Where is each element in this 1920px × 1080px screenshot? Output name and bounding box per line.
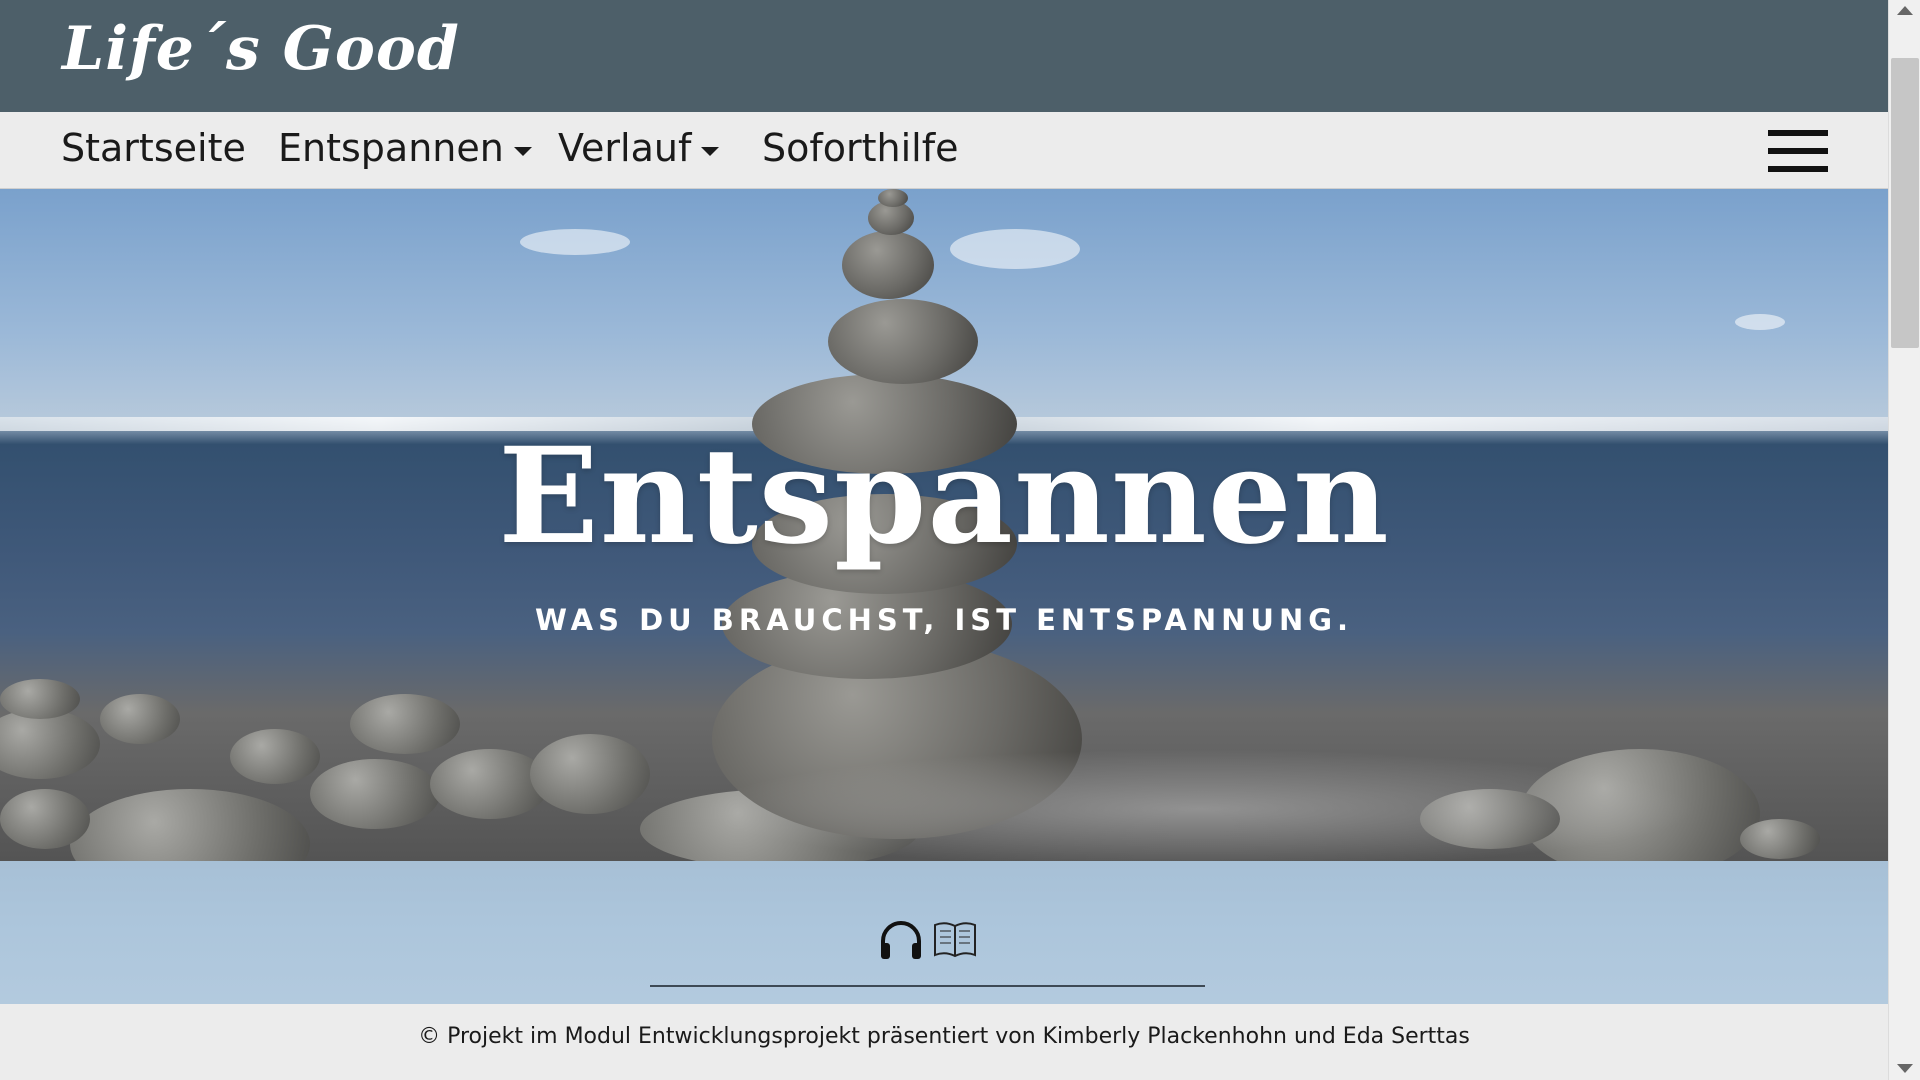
main-navigation: Startseite Entspannen Verlauf Soforthilf… <box>0 112 1888 189</box>
page: Life´s Good Startseite Entspannen Verlau… <box>0 0 1888 1080</box>
cloud <box>1735 314 1785 330</box>
content-section <box>0 861 1888 1004</box>
cloud <box>950 229 1080 269</box>
footer: © Projekt im Modul Entwicklungsprojekt p… <box>0 1004 1888 1080</box>
nav-item-entspannen[interactable]: Entspannen <box>278 126 532 170</box>
stacked-stone <box>828 299 978 384</box>
hamburger-menu-icon[interactable] <box>1768 130 1828 172</box>
hero-title: Entspannen <box>498 419 1390 574</box>
caret-down-icon <box>701 146 720 156</box>
book-icon[interactable] <box>932 919 978 961</box>
scroll-down-arrow-icon[interactable] <box>1897 1064 1913 1073</box>
scrollbar-thumb[interactable] <box>1891 58 1919 348</box>
nav-item-soforthilfe[interactable]: Soforthilfe <box>762 126 958 170</box>
cloud <box>520 229 630 255</box>
brand-logo[interactable]: Life´s Good <box>62 14 460 84</box>
nav-item-label: Soforthilfe <box>762 126 959 170</box>
section-divider <box>650 985 1205 987</box>
headphones-icon[interactable] <box>878 919 924 961</box>
hero-section: Entspannen WAS DU BRAUCHST, IST ENTSPANN… <box>0 189 1888 861</box>
sea-mist <box>700 749 1700 861</box>
caret-down-icon <box>513 146 532 156</box>
nav-item-verlauf[interactable]: Verlauf <box>558 126 720 170</box>
media-icons <box>878 919 978 961</box>
nav-item-startseite[interactable]: Startseite <box>61 126 246 170</box>
nav-item-label: Startseite <box>61 126 246 170</box>
stacked-stone <box>842 231 934 299</box>
nav-item-label: Verlauf <box>558 126 692 170</box>
footer-credits: © Projekt im Modul Entwicklungsprojekt p… <box>418 1024 1470 1049</box>
hero-subtitle: WAS DU BRAUCHST, IST ENTSPANNUNG. <box>534 603 1354 637</box>
nav-item-label: Entspannen <box>278 126 504 170</box>
vertical-scrollbar[interactable] <box>1888 0 1920 1080</box>
scroll-up-arrow-icon[interactable] <box>1897 6 1913 15</box>
brand-bar: Life´s Good <box>0 0 1888 112</box>
stacked-stone <box>878 189 908 207</box>
